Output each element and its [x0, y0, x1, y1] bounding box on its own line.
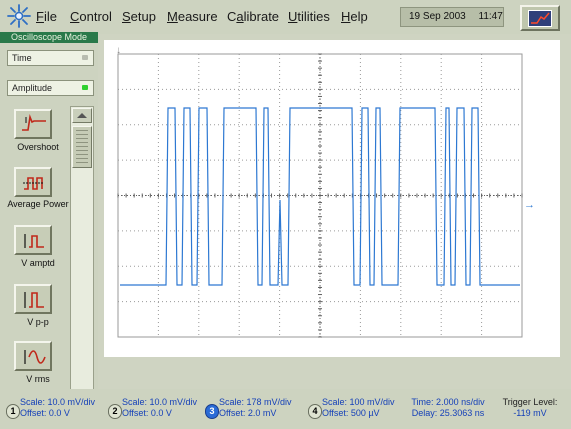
- scroll-up-button[interactable]: [72, 108, 92, 123]
- date-text: 19 Sep 2003: [409, 11, 466, 22]
- menu-control[interactable]: Control: [70, 9, 112, 24]
- v-rms-label: V rms: [26, 374, 50, 384]
- scroll-thumb[interactable]: [72, 126, 92, 168]
- v-amptd-icon: [24, 234, 44, 248]
- v-pp-label: V p-p: [27, 317, 49, 327]
- average-power-button[interactable]: [14, 167, 52, 197]
- scope-waveform-icon: [528, 10, 552, 27]
- v-rms-icon: [24, 350, 46, 364]
- starburst-icon[interactable]: [6, 3, 32, 29]
- amplitude-field[interactable]: Amplitude: [7, 80, 94, 96]
- average-power-icon: [23, 177, 44, 190]
- scope-mode-button[interactable]: [520, 5, 560, 31]
- oscilloscope-mode-label: Oscilloscope Mode: [0, 32, 98, 43]
- overshoot-button[interactable]: [14, 109, 52, 139]
- amplitude-led-icon: [82, 85, 88, 90]
- timebase-scale: Time: 2.000 ns/div: [411, 397, 485, 407]
- channel-3-offset: Offset: 2.0 mV: [219, 408, 277, 418]
- amplitude-field-label: Amplitude: [12, 83, 53, 93]
- channel-1-badge: 1: [6, 404, 20, 419]
- time-led-icon: [82, 55, 88, 60]
- level-marker-icon: →: [524, 199, 535, 211]
- menu-measure[interactable]: Measure: [167, 9, 218, 24]
- channel-4-scale: Scale: 100 mV/div: [322, 397, 395, 407]
- trigger-marker-icon: ↓: [116, 45, 121, 56]
- menu-utilities[interactable]: Utilities: [288, 9, 330, 24]
- v-pp-icon: [24, 292, 44, 308]
- average-power-label: Average Power: [7, 199, 69, 209]
- overshoot-label: Overshoot: [17, 142, 59, 152]
- timebase-info[interactable]: Time: 2.000 ns/div Delay: 25.3063 ns: [404, 397, 492, 425]
- time-text: 11:47: [478, 11, 503, 22]
- v-amptd-label: V amptd: [21, 258, 55, 268]
- status-bar: 1 Scale: 10.0 mV/div Offset: 0.0 V 2 Sca…: [0, 389, 571, 429]
- trigger-level-value: -119 mV: [513, 408, 547, 418]
- time-field-label: Time: [12, 53, 32, 63]
- trigger-level-label: Trigger Level:: [502, 397, 558, 407]
- channel-2-scale: Scale: 10.0 mV/div: [122, 397, 198, 407]
- waveform-graticule: ↓ →: [116, 45, 535, 338]
- channel-4-badge: 4: [308, 404, 322, 419]
- channel-3-badge: 3: [205, 404, 219, 419]
- channel-1-info[interactable]: 1 Scale: 10.0 mV/div Offset: 0.0 V: [6, 397, 102, 425]
- trigger-info[interactable]: Trigger Level: -119 mV: [494, 397, 566, 425]
- measurement-list: Overshoot Average Power V amptd V p-p V …: [7, 106, 69, 426]
- measurement-sidebar: Time Amplitude Overshoot Average Power V…: [0, 43, 98, 427]
- menu-help[interactable]: Help: [341, 9, 368, 24]
- channel-1-offset: Offset: 0.0 V: [20, 408, 70, 418]
- menu-setup[interactable]: Setup: [122, 9, 156, 24]
- channel-3-info[interactable]: 3 Scale: 178 mV/div Offset: 2.0 mV: [205, 397, 301, 425]
- waveform-display[interactable]: ↓ →: [104, 40, 560, 357]
- timebase-delay: Delay: 25.3063 ns: [411, 408, 485, 418]
- overshoot-icon: [22, 114, 46, 131]
- menu-calibrate[interactable]: Calibrate: [227, 9, 279, 24]
- menu-file[interactable]: File: [36, 9, 57, 24]
- channel-2-badge: 2: [108, 404, 122, 419]
- channel-3-scale: Scale: 178 mV/div: [219, 397, 292, 407]
- v-amptd-button[interactable]: [14, 225, 52, 255]
- chevron-up-icon: [77, 113, 87, 118]
- v-pp-button[interactable]: [14, 284, 52, 314]
- channel-1-scale: Scale: 10.0 mV/div: [20, 397, 96, 407]
- channel-2-offset: Offset: 0.0 V: [122, 408, 172, 418]
- channel-2-info[interactable]: 2 Scale: 10.0 mV/div Offset: 0.0 V: [108, 397, 204, 425]
- menu-bar: File Control Setup Measure Calibrate Uti…: [0, 0, 571, 34]
- channel-4-offset: Offset: 500 µV: [322, 408, 380, 418]
- measurement-scrollbar[interactable]: [70, 106, 94, 427]
- v-rms-button[interactable]: [14, 341, 52, 371]
- time-field[interactable]: Time: [7, 50, 94, 66]
- date-time-display: 19 Sep 2003 11:47: [400, 7, 504, 27]
- channel-4-info[interactable]: 4 Scale: 100 mV/div Offset: 500 µV: [308, 397, 404, 425]
